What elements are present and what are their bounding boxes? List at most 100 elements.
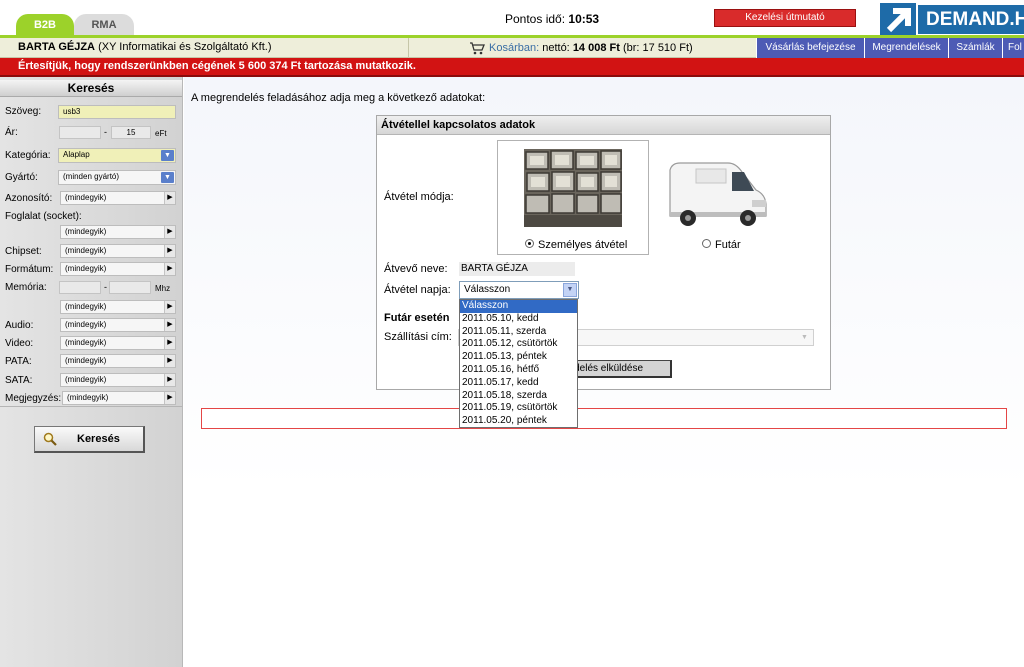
chipset-label: Chipset: [5, 246, 42, 257]
date-label: Átvétel napja: [384, 284, 451, 296]
time-value: 10:53 [568, 12, 600, 26]
receiver-name-field[interactable]: BARTA GÉJZA [459, 262, 575, 276]
courier-van-image[interactable] [666, 160, 770, 232]
manual-button[interactable]: Kezelési útmutató [714, 9, 856, 27]
chevron-down-icon: ▼ [161, 150, 174, 161]
socket-select[interactable]: (mindegyik) ▶ [60, 225, 176, 239]
memory-value: (mindegyik) [65, 302, 107, 311]
audio-value: (mindegyik) [65, 320, 107, 329]
personal-label: Személyes átvétel [538, 239, 628, 251]
id-value: (mindegyik) [65, 193, 107, 202]
memory-to-input[interactable] [109, 281, 151, 294]
video-label: Video: [5, 338, 34, 349]
pata-select[interactable]: (mindegyik) ▶ [60, 354, 176, 368]
tab-b2b[interactable]: B2B [16, 14, 74, 36]
chipset-select[interactable]: (mindegyik) ▶ [60, 244, 176, 258]
current-time: Pontos idő: 10:53 [505, 12, 599, 26]
memory-separator: - [104, 282, 107, 292]
cart-net-label: nettó: [542, 42, 570, 54]
date-option[interactable]: 2011.05.16, hétfő [460, 364, 577, 377]
video-value: (mindegyik) [65, 338, 107, 347]
arrow-right-icon: ▶ [164, 355, 175, 367]
sata-select[interactable]: (mindegyik) ▶ [60, 373, 176, 387]
date-option[interactable]: 2011.05.19, csütörtök [460, 402, 577, 415]
pata-value: (mindegyik) [65, 356, 107, 365]
chevron-down-icon: ▼ [801, 334, 808, 341]
note-label: Megjegyzés: [5, 393, 62, 404]
user-info: BARTA GÉJZA (XY Informatikai és Szolgált… [18, 41, 272, 53]
date-option[interactable]: Válasszon [460, 300, 577, 313]
memory-select[interactable]: (mindegyik) ▶ [60, 300, 176, 314]
date-option[interactable]: 2011.05.20, péntek [460, 415, 577, 428]
id-select[interactable]: (mindegyik) ▶ [60, 191, 176, 205]
pata-label: PATA: [5, 356, 32, 367]
arrow-right-icon: ▶ [164, 192, 175, 204]
maker-label: Gyártó: [5, 172, 38, 183]
date-option[interactable]: 2011.05.13, péntek [460, 351, 577, 364]
price-separator: - [104, 127, 107, 137]
date-select-value: Válasszon [464, 284, 511, 295]
date-option[interactable]: 2011.05.12, csütörtök [460, 338, 577, 351]
format-value: (mindegyik) [65, 264, 107, 273]
cart-label: Kosárban: [489, 42, 540, 54]
price-to-input[interactable]: 15 [111, 126, 151, 139]
sata-label: SATA: [5, 375, 33, 386]
demand-logo[interactable]: DEMAND.H [878, 2, 1024, 35]
chipset-value: (mindegyik) [65, 246, 107, 255]
format-label: Formátum: [5, 264, 54, 275]
chevron-down-icon: ▼ [161, 172, 174, 183]
category-label: Kategória: [5, 150, 51, 161]
text-input[interactable]: usb3 [58, 105, 176, 119]
sata-value: (mindegyik) [65, 375, 107, 384]
arrow-right-icon: ▶ [164, 263, 175, 275]
id-label: Azonosító: [5, 193, 53, 204]
personal-radio[interactable] [525, 239, 534, 248]
price-label: Ár: [5, 127, 18, 138]
video-select[interactable]: (mindegyik) ▶ [60, 336, 176, 350]
text-label: Szöveg: [5, 106, 42, 117]
name-label: Átvevő neve: [384, 263, 448, 275]
cart-summary[interactable]: Kosárban: nettó: 14 008 Ft (br: 17 510 F… [408, 38, 756, 58]
socket-value: (mindegyik) [65, 227, 107, 236]
courier-case-heading: Futár esetén [384, 312, 450, 324]
date-option[interactable]: 2011.05.17, kedd [460, 377, 577, 390]
chevron-down-icon[interactable]: ▼ [563, 283, 577, 297]
date-option[interactable]: 2011.05.11, szerda [460, 326, 577, 339]
arrow-right-icon: ▶ [164, 301, 175, 313]
pickup-date-select[interactable]: Válasszon ▼ [459, 281, 579, 299]
tab-rma[interactable]: RMA [74, 14, 134, 36]
debt-alert: Értesítjük, hogy rendszerünkben cégének … [0, 58, 1024, 75]
category-select[interactable]: Alaplap ▼ [58, 148, 176, 163]
orders-button[interactable]: Megrendelések [864, 38, 948, 58]
date-option[interactable]: 2011.05.18, szerda [460, 390, 577, 403]
magnifier-icon [43, 432, 57, 446]
arrow-right-icon: ▶ [164, 337, 175, 349]
note-select[interactable]: (mindegyik) ▶ [62, 391, 176, 405]
time-label: Pontos idő: [505, 12, 566, 26]
cart-gross: (br: 17 510 Ft) [622, 42, 693, 54]
message-box [201, 408, 1007, 429]
invoices-button[interactable]: Számlák [948, 38, 1002, 58]
cart-net-value: 14 008 Ft [572, 42, 620, 54]
search-button[interactable]: Keresés [34, 426, 145, 453]
warehouse-image [524, 149, 622, 227]
search-button-label: Keresés [77, 433, 120, 445]
pickup-date-dropdown: Válasszon 2011.05.10, kedd 2011.05.11, s… [459, 299, 578, 428]
audio-label: Audio: [5, 320, 34, 331]
cart-icon [470, 42, 485, 55]
courier-label: Futár [715, 239, 741, 251]
more-nav-button[interactable]: Fol [1002, 38, 1024, 58]
maker-select[interactable]: (minden gyártó) ▼ [58, 170, 176, 185]
date-option[interactable]: 2011.05.10, kedd [460, 313, 577, 326]
price-from-input[interactable] [59, 126, 101, 139]
arrow-right-icon: ▶ [164, 374, 175, 386]
audio-select[interactable]: (mindegyik) ▶ [60, 318, 176, 332]
maker-value: (minden gyártó) [63, 172, 120, 181]
socket-label: Foglalat (socket): [5, 211, 82, 222]
memory-from-input[interactable] [59, 281, 101, 294]
courier-radio[interactable] [702, 239, 711, 248]
finish-purchase-button[interactable]: Vásárlás befejezése [756, 38, 864, 58]
intro-text: A megrendelés feladásához adja meg a köv… [191, 92, 486, 104]
format-select[interactable]: (mindegyik) ▶ [60, 262, 176, 276]
panel-title: Átvétellel kapcsolatos adatok [377, 116, 830, 135]
